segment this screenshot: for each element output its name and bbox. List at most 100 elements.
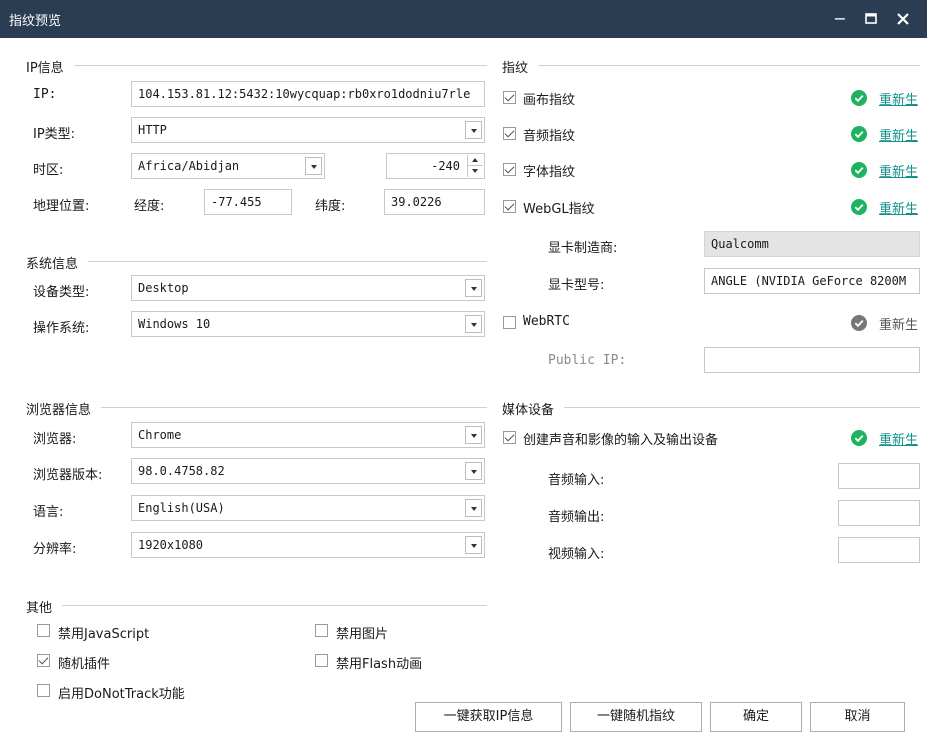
ip-type-label: IP类型: <box>33 127 76 142</box>
browser-label: 浏览器: <box>33 432 77 447</box>
ok-button[interactable]: 确定 <box>710 702 802 732</box>
latitude-input[interactable]: 39.0226 <box>384 189 485 215</box>
section-fingerprint: 指纹 <box>502 57 539 76</box>
dnt-label[interactable]: 启用DoNotTrack功能 <box>58 683 185 702</box>
divider <box>502 407 920 408</box>
random-plugins-checkbox[interactable] <box>37 654 50 667</box>
font-fp-checkbox[interactable] <box>503 163 516 176</box>
chevron-down-icon[interactable] <box>305 157 322 175</box>
ip-type-select[interactable]: HTTP <box>131 117 485 143</box>
dnt-checkbox[interactable] <box>37 684 50 697</box>
longitude-input[interactable]: -77.455 <box>204 189 292 215</box>
close-icon[interactable] <box>893 9 913 29</box>
check-circle-icon <box>851 162 867 178</box>
font-fp-label[interactable]: 字体指纹 <box>523 161 575 180</box>
section-media: 媒体设备 <box>502 399 565 418</box>
chevron-down-icon[interactable] <box>465 499 482 517</box>
os-select[interactable]: Windows 10 <box>131 311 485 337</box>
geo-label: 地理位置: <box>33 199 90 214</box>
regen-audio-link[interactable]: 重新生 <box>879 125 920 144</box>
os-label: 操作系统: <box>33 321 90 336</box>
divider <box>26 261 487 262</box>
disable-js-checkbox[interactable] <box>37 624 50 637</box>
timezone-value: Africa/Abidjan <box>138 159 240 173</box>
section-other: 其他 <box>26 597 63 616</box>
disable-flash-label[interactable]: 禁用Flash动画 <box>336 653 422 672</box>
gpu-model-field: ANGLE (NVIDIA GeForce 8200M <box>704 268 920 294</box>
chevron-down-icon[interactable] <box>465 462 482 480</box>
disable-js-label[interactable]: 禁用JavaScript <box>58 623 149 642</box>
ip-input[interactable]: 104.153.81.12:5432:10wycquap:rb0xro1dodn… <box>131 81 485 107</box>
resolution-select[interactable]: 1920x1080 <box>131 532 485 558</box>
canvas-fp-checkbox[interactable] <box>503 91 516 104</box>
maximize-icon[interactable] <box>861 9 881 29</box>
spin-buttons[interactable] <box>467 155 483 177</box>
check-circle-icon <box>851 430 867 446</box>
timezone-select[interactable]: Africa/Abidjan <box>131 153 325 179</box>
gpu-vendor-label: 显卡制造商: <box>548 241 618 256</box>
chevron-down-icon[interactable] <box>465 536 482 554</box>
resolution-value: 1920x1080 <box>138 538 204 552</box>
audio-fp-checkbox[interactable] <box>503 127 516 140</box>
latitude-label: 纬度: <box>315 199 346 214</box>
timezone-offset-value: -240 <box>431 159 460 173</box>
language-select[interactable]: English(USA) <box>131 495 485 521</box>
audio-in-field[interactable] <box>838 463 920 489</box>
divider <box>26 65 487 66</box>
regen-webrtc-link[interactable]: 重新生 <box>879 314 920 333</box>
check-circle-icon <box>851 315 867 331</box>
public-ip-label: Public IP: <box>548 353 627 368</box>
device-type-label: 设备类型: <box>33 285 90 300</box>
disable-images-checkbox[interactable] <box>315 624 328 637</box>
random-plugins-label[interactable]: 随机插件 <box>58 653 110 672</box>
chevron-down-icon[interactable] <box>465 426 482 444</box>
section-system-info: 系统信息 <box>26 253 89 272</box>
canvas-fp-label[interactable]: 画布指纹 <box>523 89 575 108</box>
browser-version-value: 98.0.4758.82 <box>138 464 225 478</box>
video-in-field[interactable] <box>838 537 920 563</box>
audio-out-field[interactable] <box>838 500 920 526</box>
longitude-label: 经度: <box>134 199 165 214</box>
public-ip-input[interactable] <box>704 347 920 373</box>
spin-up-icon[interactable] <box>468 155 483 166</box>
chevron-down-icon[interactable] <box>465 315 482 333</box>
gpu-vendor-field: Qualcomm <box>704 231 920 257</box>
minimize-icon[interactable]: − <box>830 9 850 29</box>
spin-down-icon[interactable] <box>468 166 483 177</box>
regen-webgl-link[interactable]: 重新生 <box>879 198 920 217</box>
section-ip-info: IP信息 <box>26 57 74 76</box>
webrtc-checkbox[interactable] <box>503 316 516 329</box>
random-fingerprint-button[interactable]: 一键随机指纹 <box>570 702 702 732</box>
ip-type-value: HTTP <box>138 123 167 137</box>
webrtc-label[interactable]: WebRTC <box>523 314 570 329</box>
regen-canvas-link[interactable]: 重新生 <box>879 89 920 108</box>
disable-flash-checkbox[interactable] <box>315 654 328 667</box>
browser-select[interactable]: Chrome <box>131 422 485 448</box>
gpu-model-label: 显卡型号: <box>548 278 605 293</box>
divider <box>502 65 920 66</box>
chevron-down-icon[interactable] <box>465 279 482 297</box>
cancel-button[interactable]: 取消 <box>810 702 905 732</box>
webgl-fp-label[interactable]: WebGL指纹 <box>523 198 595 217</box>
chevron-down-icon[interactable] <box>465 121 482 139</box>
audio-out-label: 音频输出: <box>548 510 605 525</box>
regen-media-link[interactable]: 重新生 <box>879 429 920 448</box>
audio-fp-label[interactable]: 音频指纹 <box>523 125 575 144</box>
timezone-offset-stepper[interactable]: -240 <box>386 153 485 179</box>
check-circle-icon <box>851 90 867 106</box>
get-ip-info-button[interactable]: 一键获取IP信息 <box>415 702 562 732</box>
regen-font-link[interactable]: 重新生 <box>879 161 920 180</box>
webgl-fp-checkbox[interactable] <box>503 200 516 213</box>
language-value: English(USA) <box>138 501 225 515</box>
language-label: 语言: <box>33 505 64 520</box>
window-title: 指纹预览 <box>9 14 62 29</box>
browser-version-label: 浏览器版本: <box>33 468 103 483</box>
device-type-select[interactable]: Desktop <box>131 275 485 301</box>
create-devices-label[interactable]: 创建声音和影像的输入及输出设备 <box>523 429 718 448</box>
resolution-label: 分辨率: <box>33 542 77 557</box>
divider <box>26 605 487 606</box>
browser-value: Chrome <box>138 428 182 442</box>
disable-images-label[interactable]: 禁用图片 <box>336 623 388 642</box>
browser-version-select[interactable]: 98.0.4758.82 <box>131 458 485 484</box>
create-devices-checkbox[interactable] <box>503 431 516 444</box>
